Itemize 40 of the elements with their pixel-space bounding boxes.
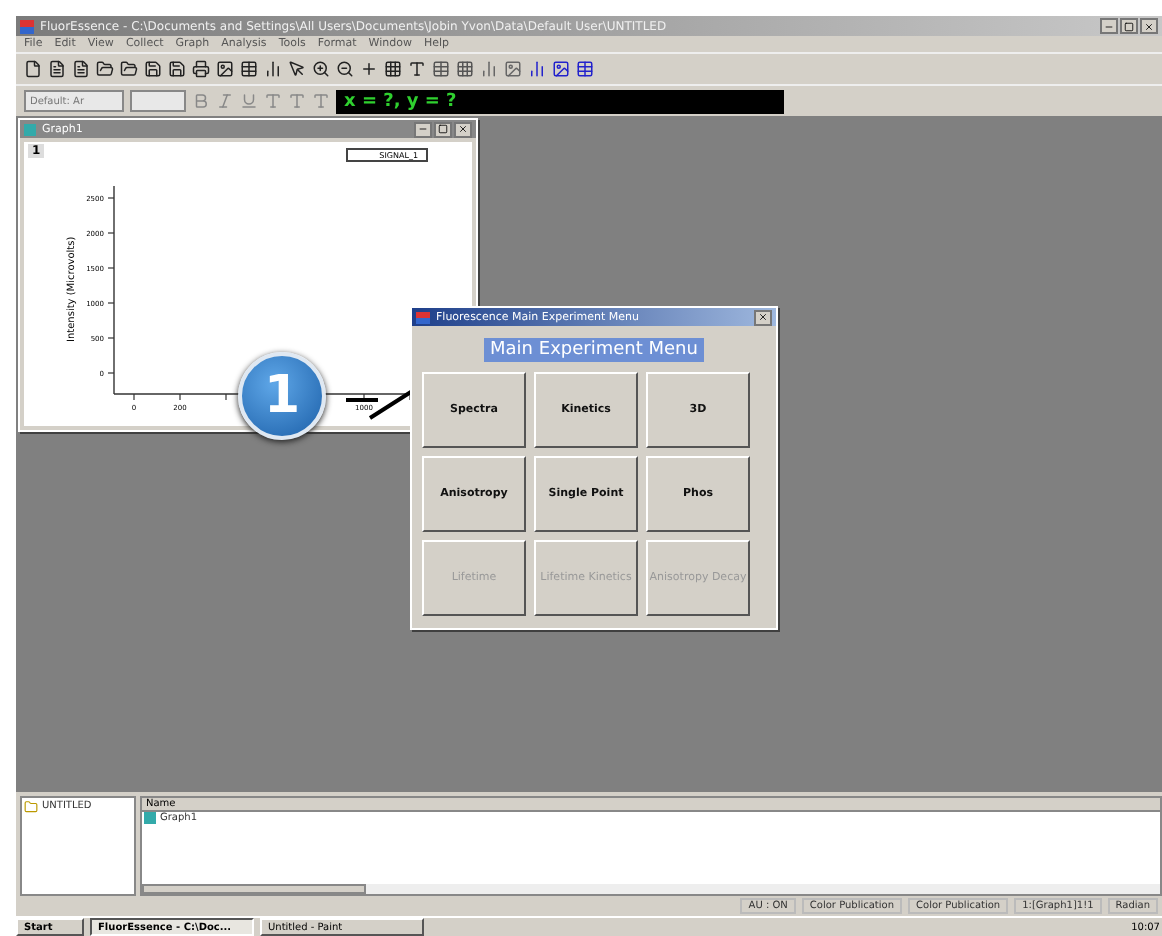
scrollbar[interactable] (142, 884, 1160, 894)
graph-icon (144, 812, 156, 824)
maximize-icon (1124, 21, 1134, 31)
app-icon (416, 311, 430, 323)
crosshair-icon[interactable] (360, 60, 378, 78)
document-icon[interactable] (72, 60, 90, 78)
graph-icon (24, 123, 36, 135)
text-tool-icon[interactable] (408, 60, 426, 78)
coordinate-readout: x = ?, y = ? (336, 89, 784, 113)
printer-icon[interactable] (192, 60, 210, 78)
close-button[interactable] (1140, 18, 1158, 34)
minimize-button[interactable] (414, 121, 432, 137)
maximize-button[interactable] (434, 121, 452, 137)
pointer-icon[interactable] (288, 60, 306, 78)
minimize-icon (418, 124, 428, 134)
grid-icon[interactable] (384, 60, 402, 78)
zoom-out-icon[interactable] (336, 60, 354, 78)
app-icon (20, 19, 34, 33)
table-icon[interactable] (432, 60, 450, 78)
maximize-icon (438, 124, 448, 134)
save-icon[interactable] (144, 60, 162, 78)
chart-icon[interactable] (528, 60, 546, 78)
close-button[interactable] (754, 309, 772, 325)
size-field[interactable] (130, 90, 186, 112)
minimize-button[interactable] (1100, 18, 1118, 34)
document-icon[interactable] (48, 60, 66, 78)
zoom-in-icon[interactable] (312, 60, 330, 78)
save-icon[interactable] (168, 60, 186, 78)
image-icon[interactable] (552, 60, 570, 78)
grid-icon[interactable] (456, 60, 474, 78)
table-icon[interactable] (576, 60, 594, 78)
new-file-icon[interactable] (24, 60, 42, 78)
maximize-button[interactable] (1120, 18, 1138, 34)
table-icon[interactable] (240, 60, 258, 78)
folder-icon (24, 800, 38, 814)
minimize-icon (1104, 21, 1114, 31)
image-icon[interactable] (216, 60, 234, 78)
chart-icon[interactable] (264, 60, 282, 78)
close-button[interactable] (454, 121, 472, 137)
menu-heading: Main Experiment Menu (484, 338, 704, 362)
